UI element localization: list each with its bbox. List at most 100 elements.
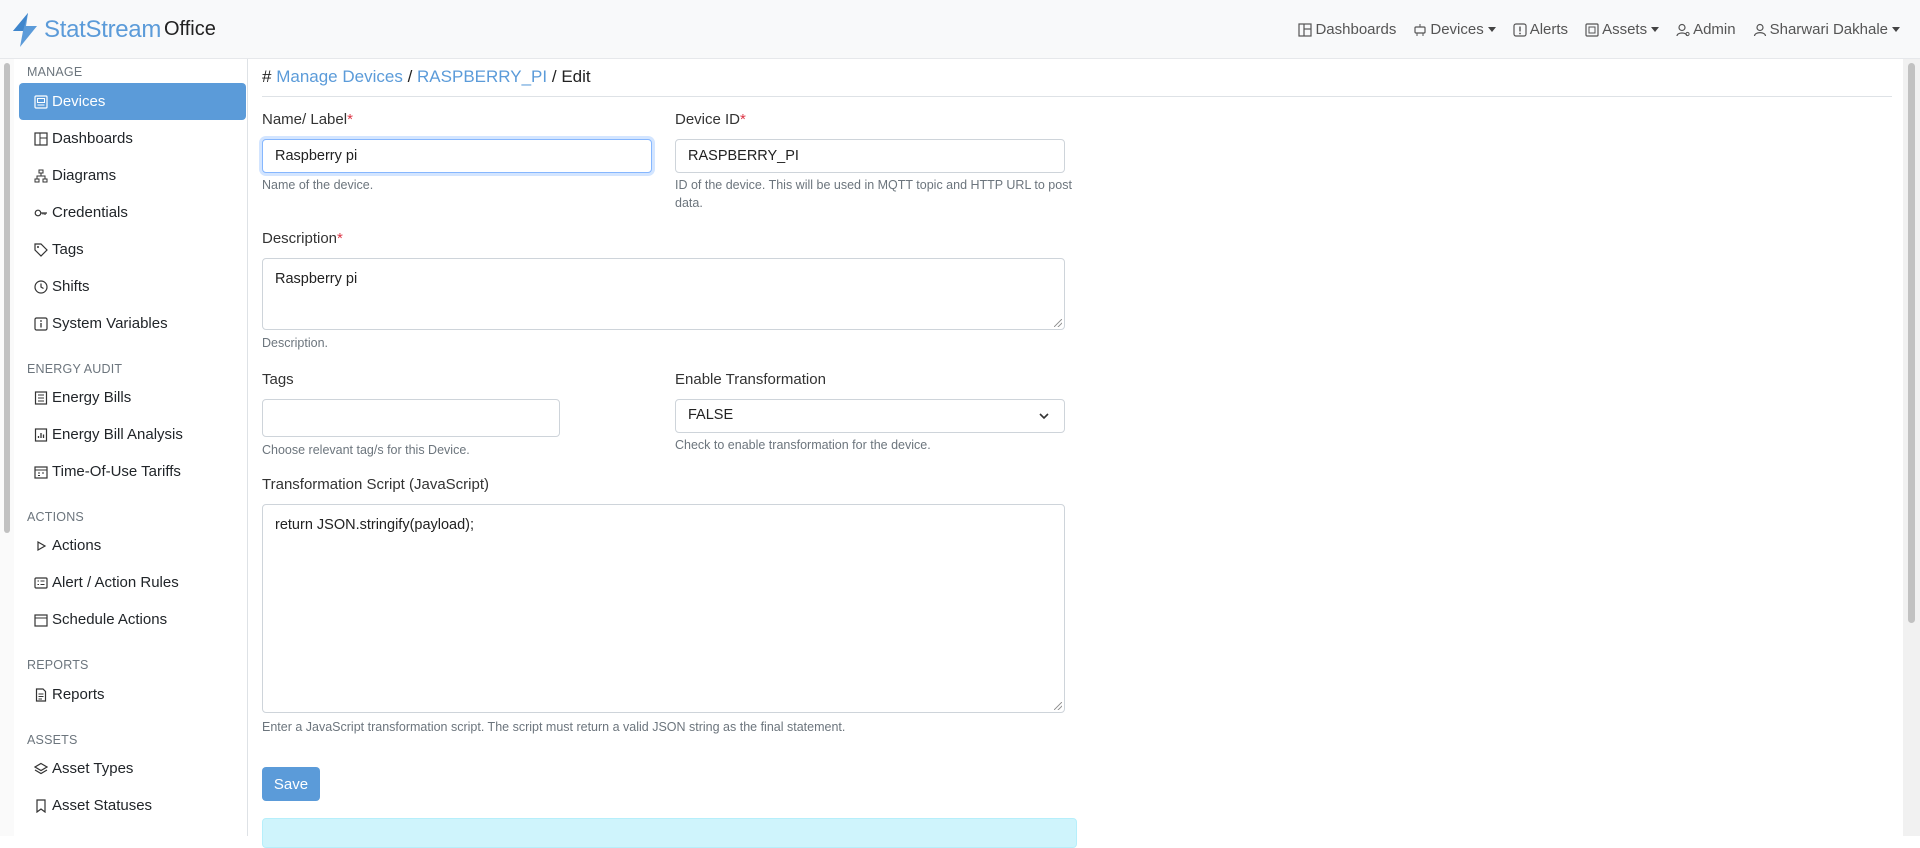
sidebar-item-label: Asset Statuses [52,797,153,814]
sidebar-item-label: Alert / Action Rules [52,574,179,591]
sidebar-item-reports[interactable]: Reports [19,676,246,713]
list-icon [34,390,48,405]
tags-label: Tags [262,371,294,388]
sidebar-item-system-variables[interactable]: System Variables [19,305,246,342]
sidebar: MANAGE Devices Dashboards Diagrams Crede… [0,59,248,836]
breadcrumb-current: Edit [561,67,591,86]
chevron-down-icon [1039,413,1049,420]
sidebar-item-label: Credentials [52,204,128,221]
resize-handle-icon[interactable] [1054,319,1062,327]
sidebar-item-devices[interactable]: Devices [19,83,246,120]
sidebar-item-energy-bills[interactable]: Energy Bills [19,379,246,416]
section-assets: ASSETS [27,733,78,747]
script-value: return JSON.stringify(payload); [275,517,475,533]
sidebar-item-energy-bill-analysis[interactable]: Energy Bill Analysis [19,416,246,453]
sidebar-item-asset-types[interactable]: Asset Types [19,750,246,787]
sidebar-item-tags[interactable]: Tags [19,231,246,268]
breadcrumb-separator: / [407,67,413,86]
rules-icon [34,576,48,589]
tags-help: Choose relevant tag/s for this Device. [262,443,470,457]
bookmark-icon [36,798,46,813]
alert-icon [1513,22,1527,37]
clock-icon [34,279,48,294]
sidebar-item-alert-action-rules[interactable]: Alert / Action Rules [19,564,246,601]
description-label: Description* [262,230,343,247]
sidebar-item-shifts[interactable]: Shifts [19,268,246,305]
sidebar-item-label: Time-Of-Use Tariffs [52,463,181,480]
script-help: Enter a JavaScript transformation script… [262,720,846,734]
sidebar-item-asset-statuses[interactable]: Asset Statuses [19,787,246,824]
save-button[interactable]: Save [262,767,320,801]
admin-icon [1676,23,1690,36]
enable-transformation-value: FALSE [688,407,734,423]
devices-icon [34,94,48,109]
nav-admin[interactable]: Admin [1676,21,1736,38]
sidebar-scrollbar-thumb[interactable] [4,63,10,533]
section-energy-audit: ENERGY AUDIT [27,362,123,376]
sidebar-item-label: Diagrams [52,167,117,184]
info-alert-box [262,818,1077,848]
breadcrumb-manage-devices-link[interactable]: Manage Devices [276,67,403,86]
nav-dashboards[interactable]: Dashboards [1298,21,1396,38]
device-id-label: Device ID* [675,111,746,128]
nav-devices-dropdown[interactable]: Devices [1413,21,1496,38]
description-value: Raspberry pi [275,271,358,287]
top-navbar: StatStream Office Dashboards Devices Ale… [0,0,1920,59]
calendar-icon [34,465,48,479]
caret-down-icon [1487,27,1496,32]
statstream-logo-icon [13,13,37,47]
dashboard-icon [1298,22,1313,37]
script-textarea[interactable]: return JSON.stringify(payload); [262,504,1065,713]
sidebar-item-label: Shifts [52,278,90,295]
calendar-icon [34,613,48,627]
breadcrumb-separator: / [551,67,557,86]
main-content: # Manage Devices / RASPBERRY_PI / Edit N… [249,59,1901,848]
sidebar-item-label: Dashboards [52,130,133,147]
workspace-name: Office [164,18,216,40]
nav-admin-label: Admin [1693,21,1736,38]
breadcrumb-device-link[interactable]: RASPBERRY_PI [417,67,547,86]
description-textarea[interactable]: Raspberry pi [262,258,1065,330]
breadcrumb-hash: # [262,67,272,86]
sidebar-item-diagrams[interactable]: Diagrams [19,157,246,194]
main-scrollbar-thumb[interactable] [1908,63,1915,623]
tags-input[interactable] [262,399,560,437]
device-id-input[interactable] [675,139,1065,173]
section-reports: REPORTS [27,658,89,672]
sidebar-item-dashboards[interactable]: Dashboards [19,120,246,157]
nav-alerts[interactable]: Alerts [1513,21,1568,38]
sidebar-item-label: Asset Types [52,760,134,777]
name-input[interactable] [262,139,652,173]
nav-assets-dropdown[interactable]: Assets [1585,21,1660,38]
device-id-help: ID of the device. This will be used in M… [675,178,1072,210]
nav-user-dropdown[interactable]: Sharwari Dakhale [1753,21,1900,38]
sidebar-item-label: Schedule Actions [52,611,168,628]
sidebar-item-label: Devices [52,93,106,110]
sidebar-item-label: System Variables [52,315,168,332]
enable-transformation-select[interactable]: FALSE [675,399,1065,433]
description-help: Description. [262,336,328,350]
sidebar-item-schedule-actions[interactable]: Schedule Actions [19,601,246,638]
user-icon [1753,23,1766,36]
sidebar-item-actions[interactable]: Actions [19,527,246,564]
enable-transformation-help: Check to enable transformation for the d… [675,438,931,452]
key-icon [34,209,47,216]
resize-handle-icon[interactable] [1054,702,1062,710]
sidebar-item-time-of-use-tariffs[interactable]: Time-Of-Use Tariffs [19,453,246,490]
enable-transformation-label: Enable Transformation [675,371,826,388]
caret-down-icon [1892,27,1900,32]
brand-logo[interactable]: StatStream [10,13,161,47]
sidebar-item-credentials[interactable]: Credentials [19,194,246,231]
nav-dashboards-label: Dashboards [1315,21,1397,38]
sidebar-item-label: Energy Bill Analysis [52,426,183,443]
nav-devices-label: Devices [1430,21,1484,38]
breadcrumb: # Manage Devices / RASPBERRY_PI / Edit [262,67,591,87]
sidebar-item-label: Tags [52,241,84,258]
name-help: Name of the device. [262,178,374,192]
sidebar-item-label: Reports [52,686,105,703]
tag-icon [34,242,48,257]
file-icon [35,687,47,702]
dashboard-icon [34,131,48,146]
script-label: Transformation Script (JavaScript) [262,476,490,493]
sidebar-scrollbar[interactable] [0,59,14,836]
